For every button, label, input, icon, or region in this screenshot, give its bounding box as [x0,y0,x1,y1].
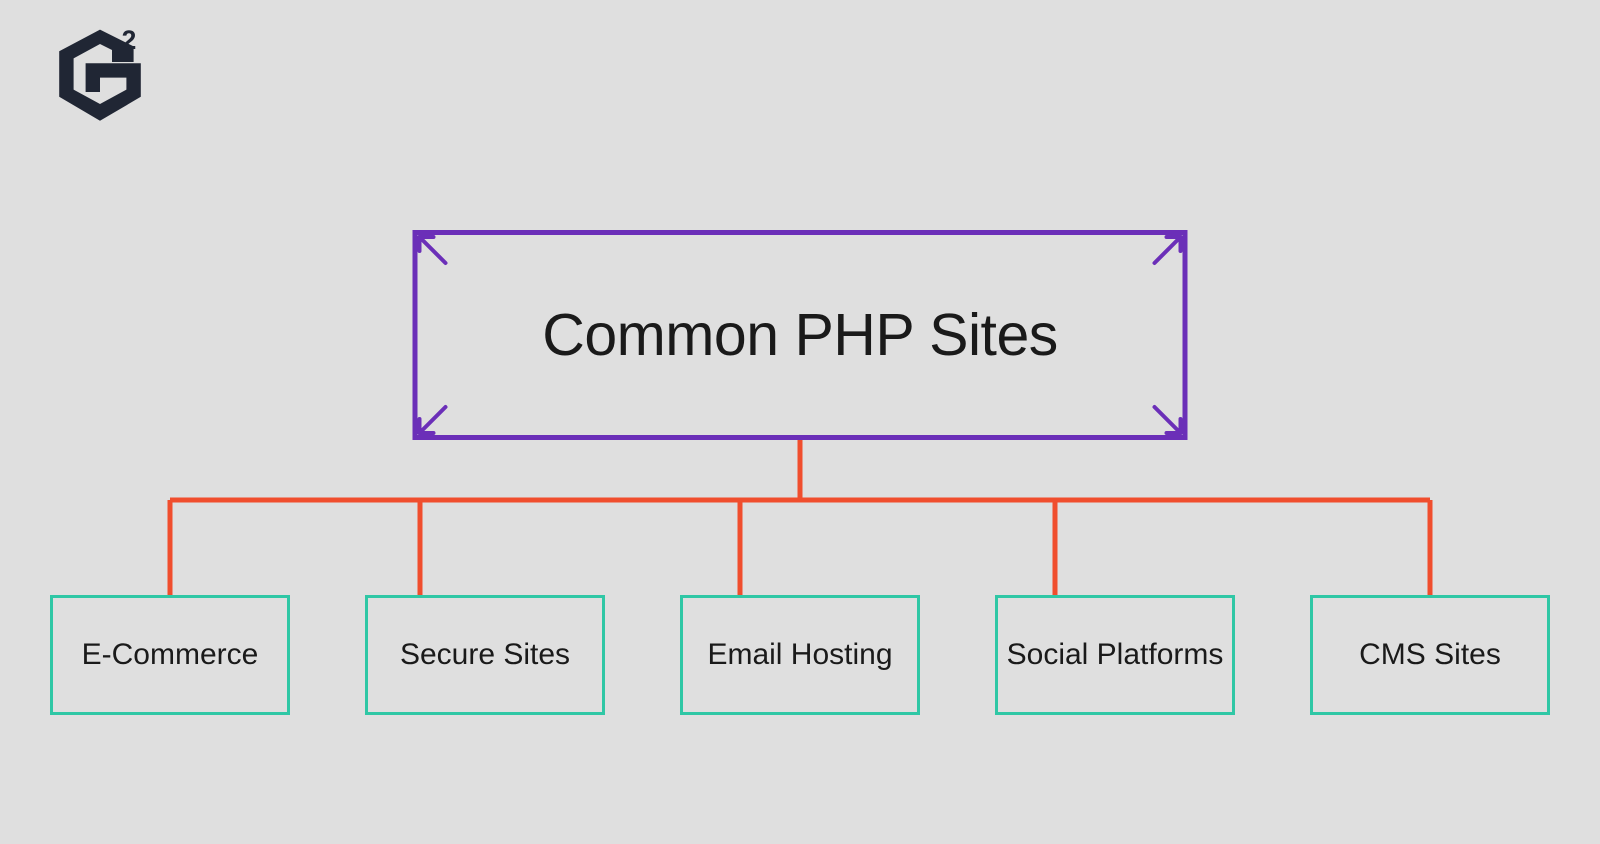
child-label: E-Commerce [82,636,259,674]
svg-text:2: 2 [122,25,137,55]
corner-arrow-icon [1145,233,1185,273]
g2-logo: 2 [40,20,160,145]
child-box-social-platforms: Social Platforms [995,595,1235,715]
child-label: Secure Sites [400,636,570,674]
corner-arrow-icon [416,233,456,273]
child-box-email-hosting: Email Hosting [680,595,920,715]
children-row: E-Commerce Secure Sites Email Hosting So… [0,595,1600,715]
child-box-ecommerce: E-Commerce [50,595,290,715]
child-label: Email Hosting [707,636,892,674]
corner-arrow-icon [416,397,456,437]
title-box: Common PHP Sites [413,230,1188,440]
child-label: Social Platforms [1007,636,1224,674]
connector-lines [0,440,1600,600]
diagram-title: Common PHP Sites [542,301,1058,369]
child-label: CMS Sites [1359,636,1501,674]
child-box-secure-sites: Secure Sites [365,595,605,715]
child-box-cms-sites: CMS Sites [1310,595,1550,715]
corner-arrow-icon [1145,397,1185,437]
